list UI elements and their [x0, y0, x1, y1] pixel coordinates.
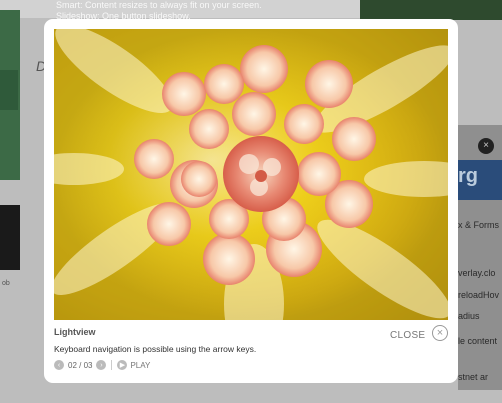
- image-counter: 02 / 03: [68, 360, 93, 370]
- lightview-dialog: Lightview Keyboard navigation is possibl…: [44, 19, 458, 383]
- background-right-thumbnail: [360, 0, 502, 20]
- lightview-description: Keyboard navigation is possible using th…: [54, 344, 257, 354]
- background-close-icon: ×: [478, 138, 494, 154]
- nav-divider: [111, 360, 113, 370]
- play-button[interactable]: PLAY: [130, 361, 150, 370]
- background-left-caption: ob: [2, 280, 10, 287]
- background-right-item: verlay.clo: [458, 268, 496, 278]
- background-right-item: adius: [458, 311, 480, 321]
- lightview-image: [54, 29, 448, 320]
- background-left-thumbnail: [0, 205, 20, 270]
- dahlia-image: [54, 29, 448, 320]
- background-left-panel-accent: [0, 70, 18, 110]
- background-right-item: stnet ar: [458, 372, 489, 382]
- background-right-item: x & Forms: [458, 220, 500, 230]
- background-right-item: le content: [458, 336, 498, 346]
- play-icon[interactable]: ▶: [117, 360, 128, 370]
- chevron-left-icon[interactable]: ‹: [54, 360, 64, 370]
- close-button[interactable]: CLOSE: [390, 330, 425, 341]
- background-right-logo-text: rg: [458, 165, 478, 187]
- chevron-right-icon[interactable]: ›: [96, 360, 107, 370]
- lightview-navigation: ‹ 02 / 03 › ▶ PLAY: [54, 359, 150, 371]
- background-right-item: reloadHov: [458, 290, 500, 300]
- close-icon[interactable]: ×: [432, 325, 448, 341]
- lightview-title: Lightview: [54, 327, 96, 337]
